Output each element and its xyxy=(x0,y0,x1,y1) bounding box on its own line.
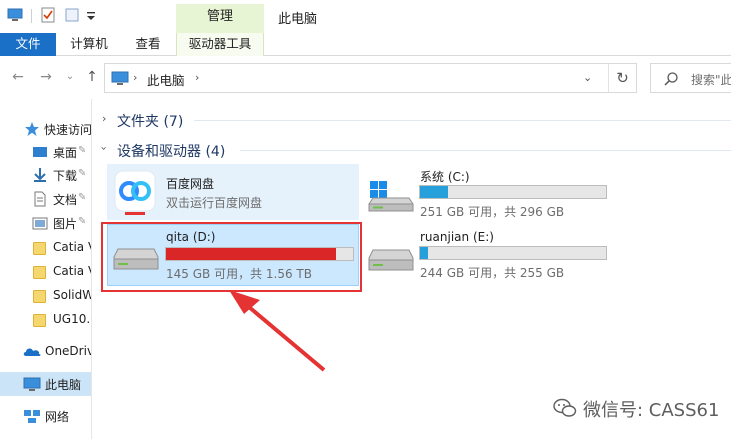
item-subtitle: 双击运行百度网盘 xyxy=(166,196,263,210)
folder-icon xyxy=(33,290,46,303)
tab-drive-tools[interactable]: 驱动器工具 xyxy=(176,33,264,56)
breadcrumb-chevron-icon[interactable]: › xyxy=(195,71,199,84)
customize-quick-access-icon[interactable] xyxy=(86,10,96,22)
window-title: 此电脑 xyxy=(278,12,318,27)
drive-e-tile[interactable]: ruanjian (E:) 244 GB 可用，共 255 GB xyxy=(363,224,613,286)
navigation-bar: ← → ⌄ ↑ › 此电脑 › ⌄ ↻ 搜索"此... xyxy=(0,57,731,99)
download-icon xyxy=(34,168,46,182)
pc-icon[interactable] xyxy=(7,7,23,23)
folder-icon xyxy=(33,314,46,327)
annotation-highlight-box xyxy=(101,222,362,292)
drive-usage-bar xyxy=(419,185,607,199)
sidebar-item-catia-1[interactable]: Catia V xyxy=(0,236,92,260)
sidebar-item-solidworks[interactable]: SolidW xyxy=(0,284,92,308)
sidebar-item-label: SolidW xyxy=(53,288,92,302)
system-drive-icon xyxy=(368,181,414,212)
star-icon xyxy=(25,122,39,136)
sidebar-item-label: Catia V xyxy=(53,240,92,254)
drive-free-space: 244 GB 可用，共 255 GB xyxy=(420,266,565,280)
drive-usage-fill xyxy=(420,247,428,259)
drive-usage-fill xyxy=(420,186,449,198)
pin-icon: ✎ xyxy=(78,216,87,227)
drive-name: 系统 (C:) xyxy=(420,170,470,184)
pin-icon: ✎ xyxy=(78,192,87,203)
sidebar-item-documents[interactable]: 文档 ✎ xyxy=(0,187,91,211)
drive-name: ruanjian (E:) xyxy=(420,230,494,244)
network-icon xyxy=(24,410,40,423)
ribbon-tabs: 文件 计算机 查看 驱动器工具 xyxy=(0,33,731,56)
sidebar-item-this-pc[interactable]: 此电脑 xyxy=(0,372,91,396)
sidebar-item-ug10[interactable]: UG10.0 xyxy=(0,308,91,332)
wechat-icon xyxy=(553,398,577,417)
search-icon xyxy=(664,72,678,86)
sidebar-item-label: 桌面 xyxy=(53,146,78,160)
title-bar: 管理 此电脑 xyxy=(0,0,731,33)
breadcrumb-chevron-icon[interactable]: › xyxy=(133,71,137,84)
address-bar[interactable]: › 此电脑 › ⌄ ↻ xyxy=(104,63,637,93)
drive-icon xyxy=(368,249,414,271)
watermark-text: 微信号: CASS61 xyxy=(583,400,720,421)
navigation-pane: 快速访问 桌面 ✎ 下载 ✎ 文档 ✎ 图片 ✎ Catia V Catia V… xyxy=(0,99,92,439)
group-label: 文件夹 (7) xyxy=(117,114,184,130)
quick-access-separator xyxy=(31,9,32,23)
properties-icon[interactable] xyxy=(40,7,56,23)
sidebar-item-label: Catia V xyxy=(53,264,92,278)
tab-manage[interactable]: 管理 xyxy=(176,4,264,33)
breadcrumb-location[interactable]: 此电脑 xyxy=(147,70,185,89)
sidebar-item-label: 图片 xyxy=(53,217,78,231)
drive-c-tile[interactable]: 系统 (C:) 251 GB 可用，共 296 GB xyxy=(363,164,613,220)
search-placeholder: 搜索"此... xyxy=(691,73,731,87)
pc-icon xyxy=(23,377,41,391)
item-name: 百度网盘 xyxy=(166,177,215,191)
refresh-icon[interactable]: ↻ xyxy=(608,64,636,92)
sidebar-item-onedrive[interactable]: OneDriv xyxy=(0,340,92,364)
recent-locations-chevron-icon[interactable]: ⌄ xyxy=(62,69,78,85)
sidebar-item-label: OneDriv xyxy=(45,344,92,358)
sidebar-item-label: 文档 xyxy=(53,193,78,207)
folder-icon xyxy=(33,266,46,279)
up-arrow-icon[interactable]: ↑ xyxy=(84,69,100,85)
expand-chevron-icon[interactable]: › xyxy=(102,112,106,125)
group-label: 设备和驱动器 (4) xyxy=(117,144,226,160)
search-box[interactable]: 搜索"此... xyxy=(650,63,731,93)
sidebar-item-label: 网络 xyxy=(45,410,70,424)
pin-icon: ✎ xyxy=(78,145,87,156)
forward-arrow-icon[interactable]: → xyxy=(38,69,54,85)
pictures-icon xyxy=(32,217,48,230)
document-icon xyxy=(34,191,46,207)
sidebar-item-pictures[interactable]: 图片 ✎ xyxy=(0,211,91,235)
folder-icon xyxy=(33,242,46,255)
tab-computer[interactable]: 计算机 xyxy=(66,33,112,56)
onedrive-icon xyxy=(23,348,41,356)
new-folder-icon[interactable] xyxy=(64,7,80,23)
sidebar-item-network[interactable]: 网络 xyxy=(0,404,91,428)
tab-view[interactable]: 查看 xyxy=(128,33,168,56)
address-history-chevron-icon[interactable]: ⌄ xyxy=(583,71,592,84)
desktop-icon xyxy=(33,147,47,157)
sidebar-item-label: 下载 xyxy=(53,169,78,183)
back-arrow-icon[interactable]: ← xyxy=(10,69,26,85)
collapse-chevron-icon[interactable]: › xyxy=(98,146,111,150)
drive-usage-bar xyxy=(419,246,607,260)
pc-icon xyxy=(111,71,129,85)
baidu-netdisk-icon xyxy=(114,170,156,215)
sidebar-item-desktop[interactable]: 桌面 ✎ xyxy=(0,140,91,164)
group-divider xyxy=(194,120,731,121)
baidu-netdisk-tile[interactable]: 百度网盘 双击运行百度网盘 xyxy=(107,164,359,220)
sidebar-item-label: UG10.0 xyxy=(53,312,91,326)
group-divider xyxy=(240,150,731,151)
sidebar-item-quick-access[interactable]: 快速访问 xyxy=(0,117,92,141)
sidebar-item-downloads[interactable]: 下载 ✎ xyxy=(0,163,91,187)
tab-file[interactable]: 文件 xyxy=(0,33,56,56)
drive-free-space: 251 GB 可用，共 296 GB xyxy=(420,205,565,219)
sidebar-item-catia-2[interactable]: Catia V xyxy=(0,260,92,284)
pin-icon: ✎ xyxy=(78,168,87,179)
sidebar-item-label: 此电脑 xyxy=(45,378,82,392)
sidebar-item-label: 快速访问 xyxy=(44,123,92,137)
